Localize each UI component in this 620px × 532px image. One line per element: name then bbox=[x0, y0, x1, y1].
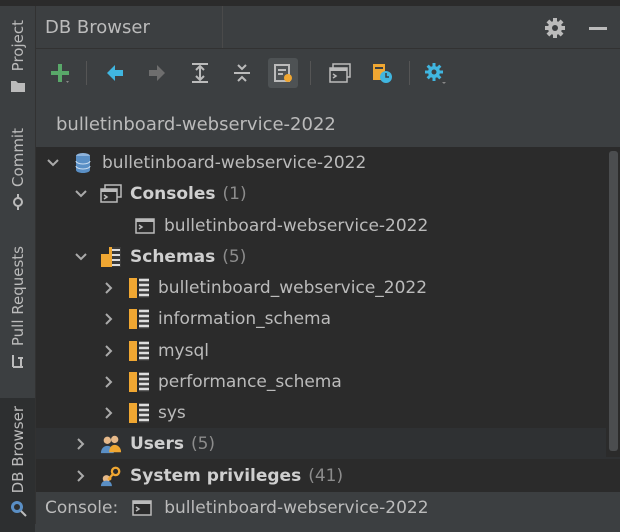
sidebar-tab-label: Project bbox=[8, 20, 27, 72]
commit-icon bbox=[9, 193, 27, 211]
sidebar-tab-commit[interactable]: Commit bbox=[0, 128, 35, 211]
status-console-name[interactable]: bulletinboard-webservice-2022 bbox=[164, 498, 428, 518]
forward-icon[interactable] bbox=[142, 58, 172, 88]
users-icon bbox=[100, 433, 122, 455]
tree-node-label: bulletinboard-webservice-2022 bbox=[102, 152, 367, 173]
chevron-down-icon[interactable] bbox=[46, 156, 60, 170]
sidebar-tab-label: DB Browser bbox=[8, 406, 27, 494]
tree-node-schemas[interactable]: Schemas (5) bbox=[36, 241, 620, 272]
tree-node-label: System privileges bbox=[130, 465, 302, 486]
settings-icon[interactable] bbox=[420, 58, 450, 88]
tree-node-console-item[interactable]: bulletinboard-webservice-2022 bbox=[36, 210, 620, 241]
chevron-right-icon[interactable] bbox=[102, 312, 116, 326]
toolbar-separator bbox=[409, 61, 410, 85]
chevron-down-icon[interactable] bbox=[74, 187, 88, 201]
folder-icon bbox=[9, 77, 27, 95]
db-browser-panel: DB Browser bulletinboard-webservice-2022… bbox=[36, 6, 620, 524]
tree-node-label: Schemas bbox=[130, 246, 216, 267]
chevron-down-icon[interactable] bbox=[74, 250, 88, 264]
tree-node-label: Users bbox=[130, 433, 184, 454]
chevron-right-icon[interactable] bbox=[102, 281, 116, 295]
tree-node-count: (1) bbox=[222, 183, 247, 204]
tree-node-consoles[interactable]: Consoles (1) bbox=[36, 178, 620, 209]
sidebar-tab-label: Commit bbox=[8, 128, 27, 187]
schemas-icon bbox=[100, 246, 122, 268]
panel-title: DB Browser bbox=[45, 17, 150, 38]
tree-node-schema[interactable]: sys bbox=[36, 397, 620, 428]
chevron-right-icon[interactable] bbox=[102, 406, 116, 420]
object-tree: bulletinboard-webservice-2022 Consoles (… bbox=[36, 147, 620, 492]
schema-icon bbox=[128, 308, 150, 330]
sidebar-tab-project[interactable]: Project bbox=[0, 20, 35, 95]
minimize-icon[interactable] bbox=[589, 27, 607, 30]
tree-node-label: performance_schema bbox=[158, 371, 342, 392]
sidebar-tab-db-browser[interactable]: DB Browser bbox=[0, 398, 35, 532]
chevron-right-icon[interactable] bbox=[74, 437, 88, 451]
toolbar-separator bbox=[86, 61, 87, 85]
status-label: Console: bbox=[45, 498, 119, 518]
pull-request-icon bbox=[9, 352, 27, 370]
tree-node-connection[interactable]: bulletinboard-webservice-2022 bbox=[36, 147, 616, 178]
schema-icon bbox=[128, 277, 150, 299]
vertical-scrollbar[interactable] bbox=[606, 147, 620, 457]
chevron-right-icon[interactable] bbox=[102, 344, 116, 358]
console-icon bbox=[134, 215, 156, 237]
tree-node-label: sys bbox=[158, 402, 186, 423]
tree-node-system-privileges[interactable]: System privileges (41) bbox=[36, 460, 620, 491]
tree-node-schema[interactable]: mysql bbox=[36, 335, 620, 366]
privileges-icon bbox=[100, 465, 122, 487]
tree-node-count: (41) bbox=[308, 465, 344, 486]
status-bar: Console: bulletinboard-webservice-2022 bbox=[36, 492, 620, 524]
sidebar-tab-label: Pull Requests bbox=[8, 246, 27, 347]
toolbar bbox=[36, 49, 620, 97]
tree-node-schema[interactable]: information_schema bbox=[36, 303, 620, 334]
tree-node-label: bulletinboard_webservice_2022 bbox=[158, 277, 428, 298]
tree-node-label: Consoles bbox=[130, 183, 216, 204]
session-browser-icon[interactable] bbox=[367, 58, 397, 88]
schema-icon bbox=[128, 402, 150, 424]
tree-node-label: bulletinboard-webservice-2022 bbox=[164, 215, 429, 236]
header-divider bbox=[222, 6, 223, 48]
tree-node-schema[interactable]: bulletinboard_webservice_2022 bbox=[36, 272, 620, 303]
tree-node-count: (5) bbox=[190, 433, 216, 454]
consoles-icon bbox=[100, 183, 122, 205]
db-browser-icon bbox=[9, 499, 27, 518]
chevron-right-icon[interactable] bbox=[102, 375, 116, 389]
add-connection-icon[interactable] bbox=[45, 58, 75, 88]
tree-node-schema[interactable]: performance_schema bbox=[36, 366, 620, 397]
filter-objects-icon[interactable] bbox=[268, 58, 298, 88]
tree-node-count: (5) bbox=[222, 246, 247, 267]
schema-icon bbox=[128, 371, 150, 393]
scrollbar-thumb[interactable] bbox=[609, 151, 618, 451]
chevron-right-icon[interactable] bbox=[74, 469, 88, 483]
panel-header: DB Browser bbox=[36, 6, 620, 49]
tool-window-sidebar: Project Commit Pull Requests DB Browser bbox=[0, 6, 36, 532]
expand-all-icon[interactable] bbox=[185, 58, 215, 88]
connection-label: bulletinboard-webservice-2022 bbox=[56, 114, 336, 135]
gear-icon[interactable] bbox=[544, 17, 566, 39]
collapse-all-icon[interactable] bbox=[227, 58, 257, 88]
toolbar-separator bbox=[310, 61, 311, 85]
tree-node-label: information_schema bbox=[158, 308, 332, 329]
sidebar-tab-pull-requests[interactable]: Pull Requests bbox=[0, 246, 35, 370]
tree-node-users[interactable]: Users (5) bbox=[36, 428, 620, 459]
schema-icon bbox=[128, 340, 150, 362]
database-icon bbox=[72, 152, 94, 174]
open-console-icon[interactable] bbox=[325, 58, 355, 88]
console-icon bbox=[132, 499, 154, 517]
back-icon[interactable] bbox=[100, 58, 130, 88]
tree-node-label: mysql bbox=[158, 340, 209, 361]
